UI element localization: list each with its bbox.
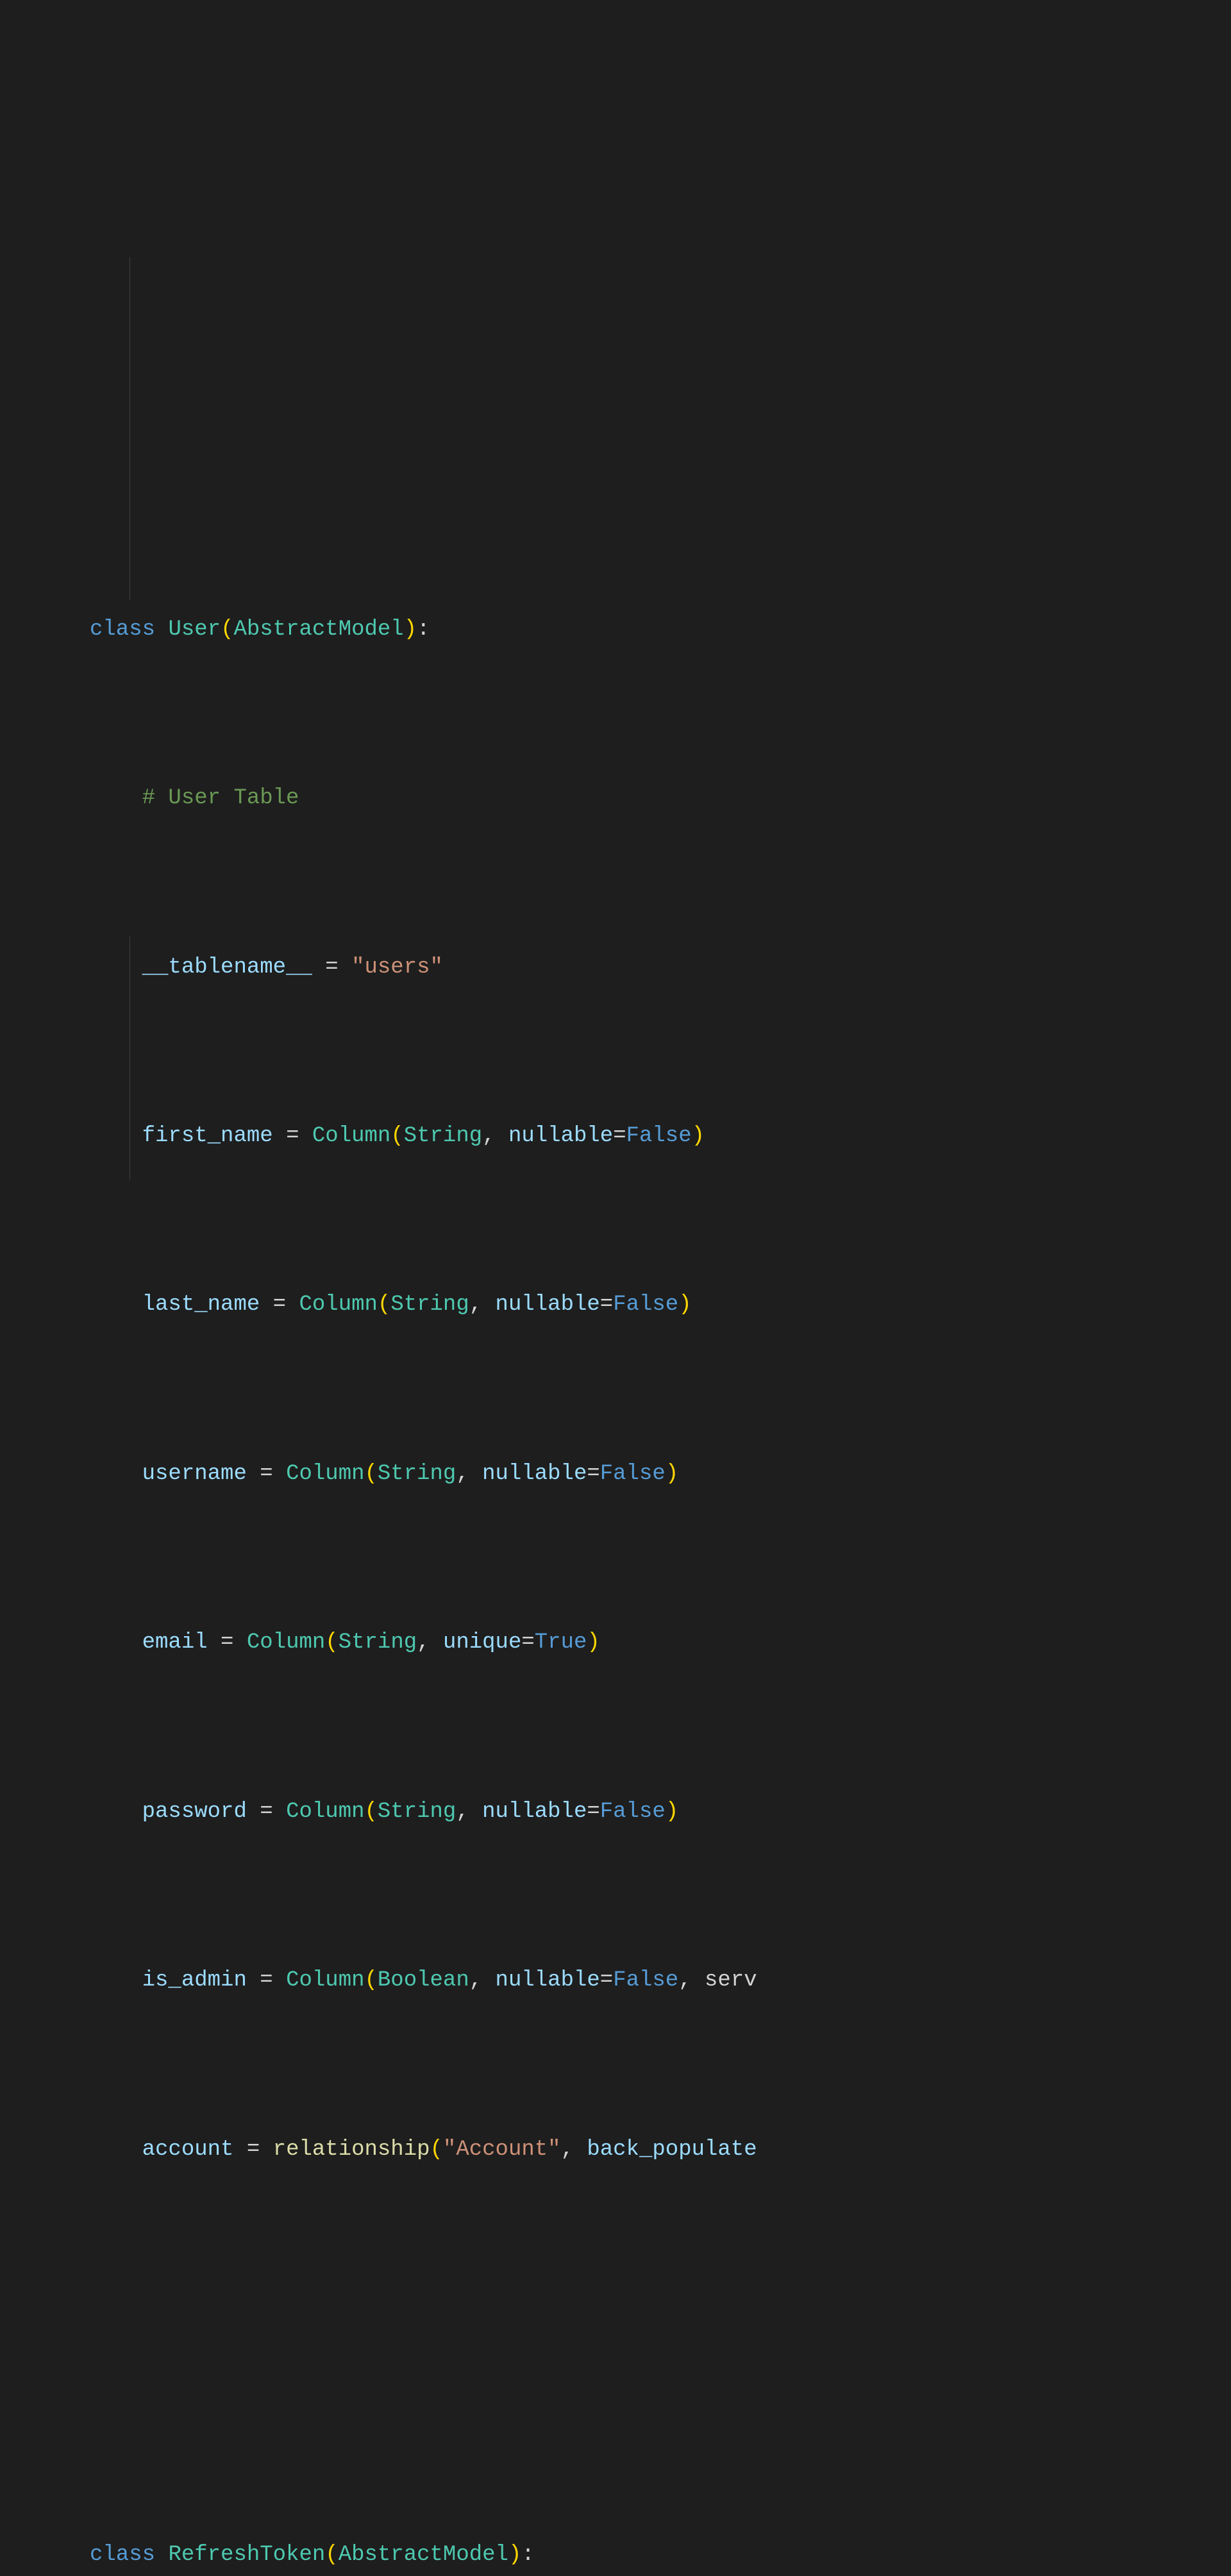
assignment-line: account = relationship("Account", back_p… xyxy=(90,2133,1231,2167)
assignment-line: first_name = Column(String, nullable=Fal… xyxy=(90,1119,1231,1153)
assignment-line: username = Column(String, nullable=False… xyxy=(90,1457,1231,1491)
blank-line xyxy=(90,444,1231,478)
assignment-line: __tablename__ = "users" xyxy=(90,951,1231,985)
assignment-line: last_name = Column(String, nullable=Fals… xyxy=(90,1288,1231,1322)
base-class: AbstractModel xyxy=(233,617,403,642)
comment-line: # User Table xyxy=(90,782,1231,815)
base-class: AbstractModel xyxy=(339,2543,508,2567)
assignment-line: is_admin = Column(Boolean, nullable=Fals… xyxy=(90,1964,1231,1998)
assignment-line: password = Column(String, nullable=False… xyxy=(90,1795,1231,1829)
keyword-class: class xyxy=(90,2543,155,2567)
class-def-line: class User(AbstractModel): xyxy=(90,613,1231,647)
keyword-class: class xyxy=(90,617,155,642)
class-name: RefreshToken xyxy=(168,2543,325,2567)
class-def-line: class RefreshToken(AbstractModel): xyxy=(90,2538,1231,2572)
blank-line xyxy=(90,342,1231,376)
blank-line xyxy=(90,2369,1231,2403)
blank-line xyxy=(90,2268,1231,2302)
class-name: User xyxy=(168,617,221,642)
code-editor[interactable]: class User(AbstractModel): # User Table … xyxy=(0,174,1231,2576)
assignment-line: email = Column(String, unique=True) xyxy=(90,1626,1231,1660)
